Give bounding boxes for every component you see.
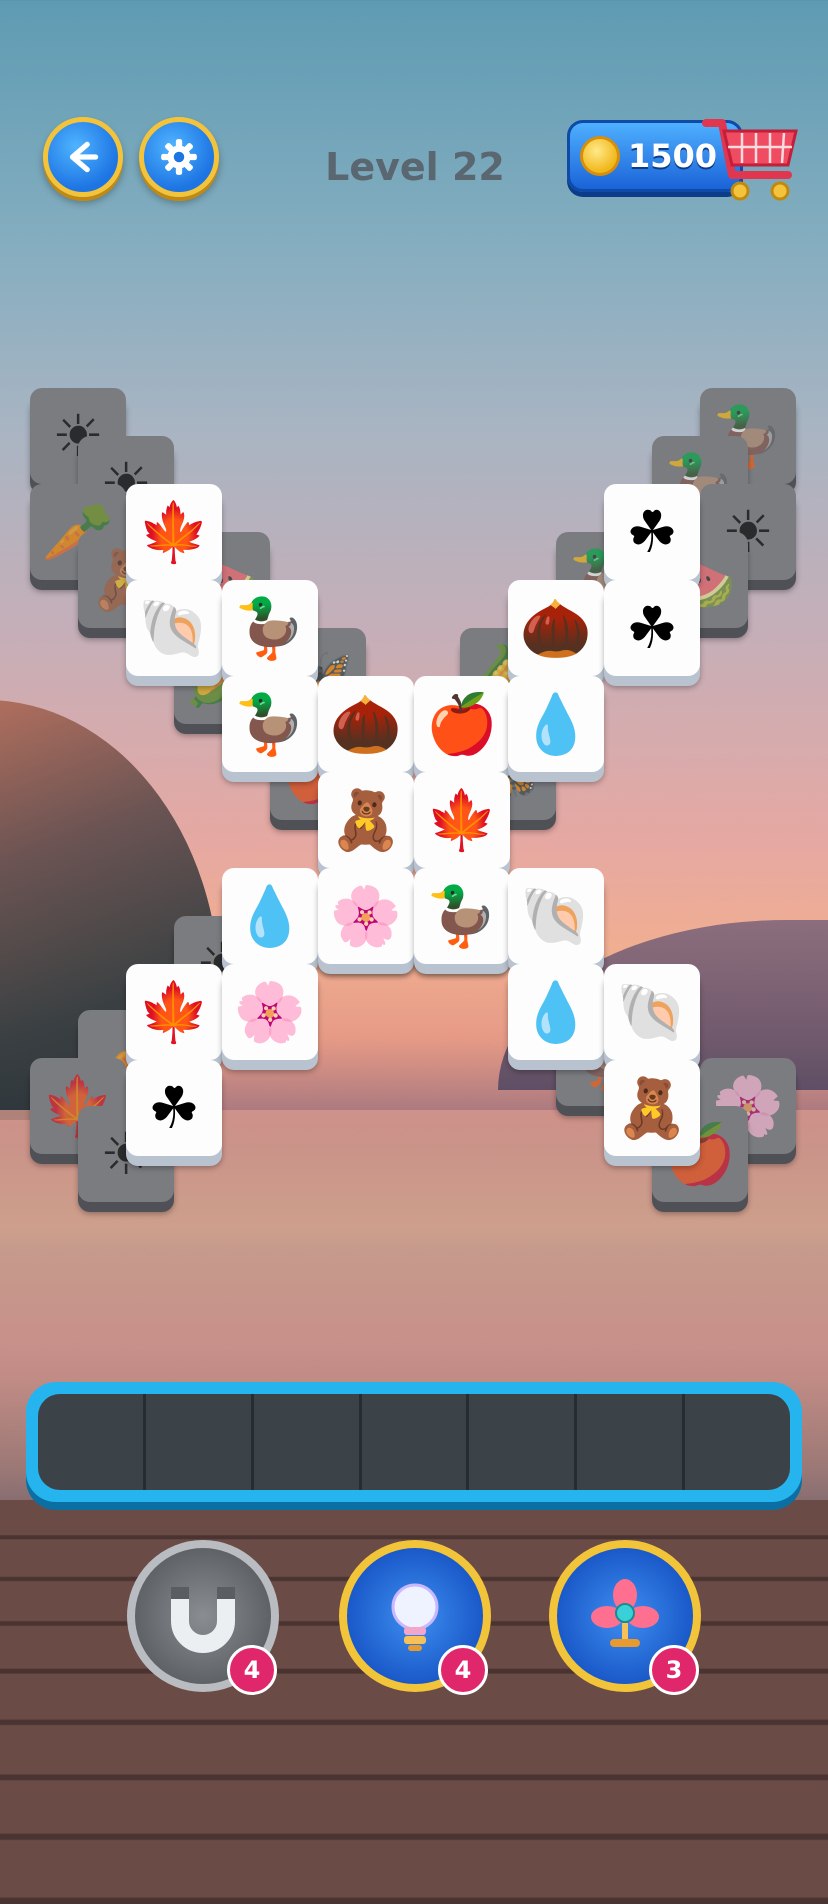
fan-icon <box>591 1579 659 1647</box>
acorn-icon: 🌰 <box>519 594 593 662</box>
magnet-icon <box>171 1587 235 1653</box>
acorn-tile[interactable]: 🌰 <box>318 676 414 772</box>
drop-icon: 💧 <box>519 690 593 758</box>
bear-icon: 🧸 <box>329 786 403 854</box>
hint-count-badge: 4 <box>438 1645 488 1695</box>
tray-slot <box>469 1394 578 1490</box>
tray-slot <box>38 1394 146 1490</box>
clover-icon: ☘ <box>148 1074 200 1142</box>
acorn-icon: 🌰 <box>329 690 403 758</box>
duck-tile[interactable]: 🦆 <box>222 676 318 772</box>
shell-tile[interactable]: 🐚 <box>508 868 604 964</box>
leaf-icon: 🍁 <box>425 786 499 854</box>
shuffle-count-badge: 3 <box>649 1645 699 1695</box>
shell-icon: 🐚 <box>137 594 211 662</box>
tray-slot <box>146 1394 254 1490</box>
leaf-tile[interactable]: 🍁 <box>126 484 222 580</box>
shell-tile[interactable]: 🐚 <box>126 580 222 676</box>
shell-icon: 🐚 <box>615 978 689 1046</box>
bear-tile[interactable]: 🧸 <box>318 772 414 868</box>
clover-tile[interactable]: ☘ <box>604 580 700 676</box>
duck-icon: 🦆 <box>233 594 307 662</box>
tile-board: ☀☀🥕🧸🍉🌽🦋🦆🦆☀🦆🍉🌽🍎🦋🍎🐚🥕🍁☀🦆🌸🍎☀🍁☘🐚🦆🌰☘🦆🌰🍎💧🧸🍁💧🌸🦆🐚… <box>0 0 828 1791</box>
drop-icon: 💧 <box>233 882 307 950</box>
leaf-tile[interactable]: 🍁 <box>126 964 222 1060</box>
tray-slot <box>577 1394 686 1490</box>
drop-tile[interactable]: 💧 <box>222 868 318 964</box>
shell-tile[interactable]: 🐚 <box>604 964 700 1060</box>
clover-icon: ☘ <box>626 594 678 662</box>
bear-icon: 🧸 <box>615 1074 689 1142</box>
tray-slot <box>254 1394 362 1490</box>
drop-icon: 💧 <box>519 978 593 1046</box>
drop-tile[interactable]: 💧 <box>508 964 604 1060</box>
apple-icon: 🍎 <box>425 690 499 758</box>
flower-icon: 🌸 <box>329 882 403 950</box>
tray-slot <box>685 1394 790 1490</box>
shell-icon: 🐚 <box>519 882 593 950</box>
leaf-tile[interactable]: 🍁 <box>414 772 510 868</box>
clover-tile[interactable]: ☘ <box>126 1060 222 1156</box>
clover-icon: ☘ <box>626 498 678 566</box>
flower-tile[interactable]: 🌸 <box>222 964 318 1060</box>
leaf-icon: 🍁 <box>137 978 211 1046</box>
leaf-icon: 🍁 <box>137 498 211 566</box>
clover-tile[interactable]: ☘ <box>604 484 700 580</box>
lightbulb-icon <box>391 1583 439 1651</box>
tile-tray <box>26 1382 802 1502</box>
acorn-tile[interactable]: 🌰 <box>508 580 604 676</box>
duck-tile[interactable]: 🦆 <box>222 580 318 676</box>
apple-tile[interactable]: 🍎 <box>414 676 510 772</box>
duck-tile[interactable]: 🦆 <box>414 868 510 964</box>
magnet-count-badge: 4 <box>227 1645 277 1695</box>
flower-icon: 🌸 <box>233 978 307 1046</box>
flower-tile[interactable]: 🌸 <box>318 868 414 964</box>
drop-tile[interactable]: 💧 <box>508 676 604 772</box>
tray-slot <box>362 1394 470 1490</box>
duck-icon: 🦆 <box>425 882 499 950</box>
bear-tile[interactable]: 🧸 <box>604 1060 700 1156</box>
duck-icon: 🦆 <box>233 690 307 758</box>
